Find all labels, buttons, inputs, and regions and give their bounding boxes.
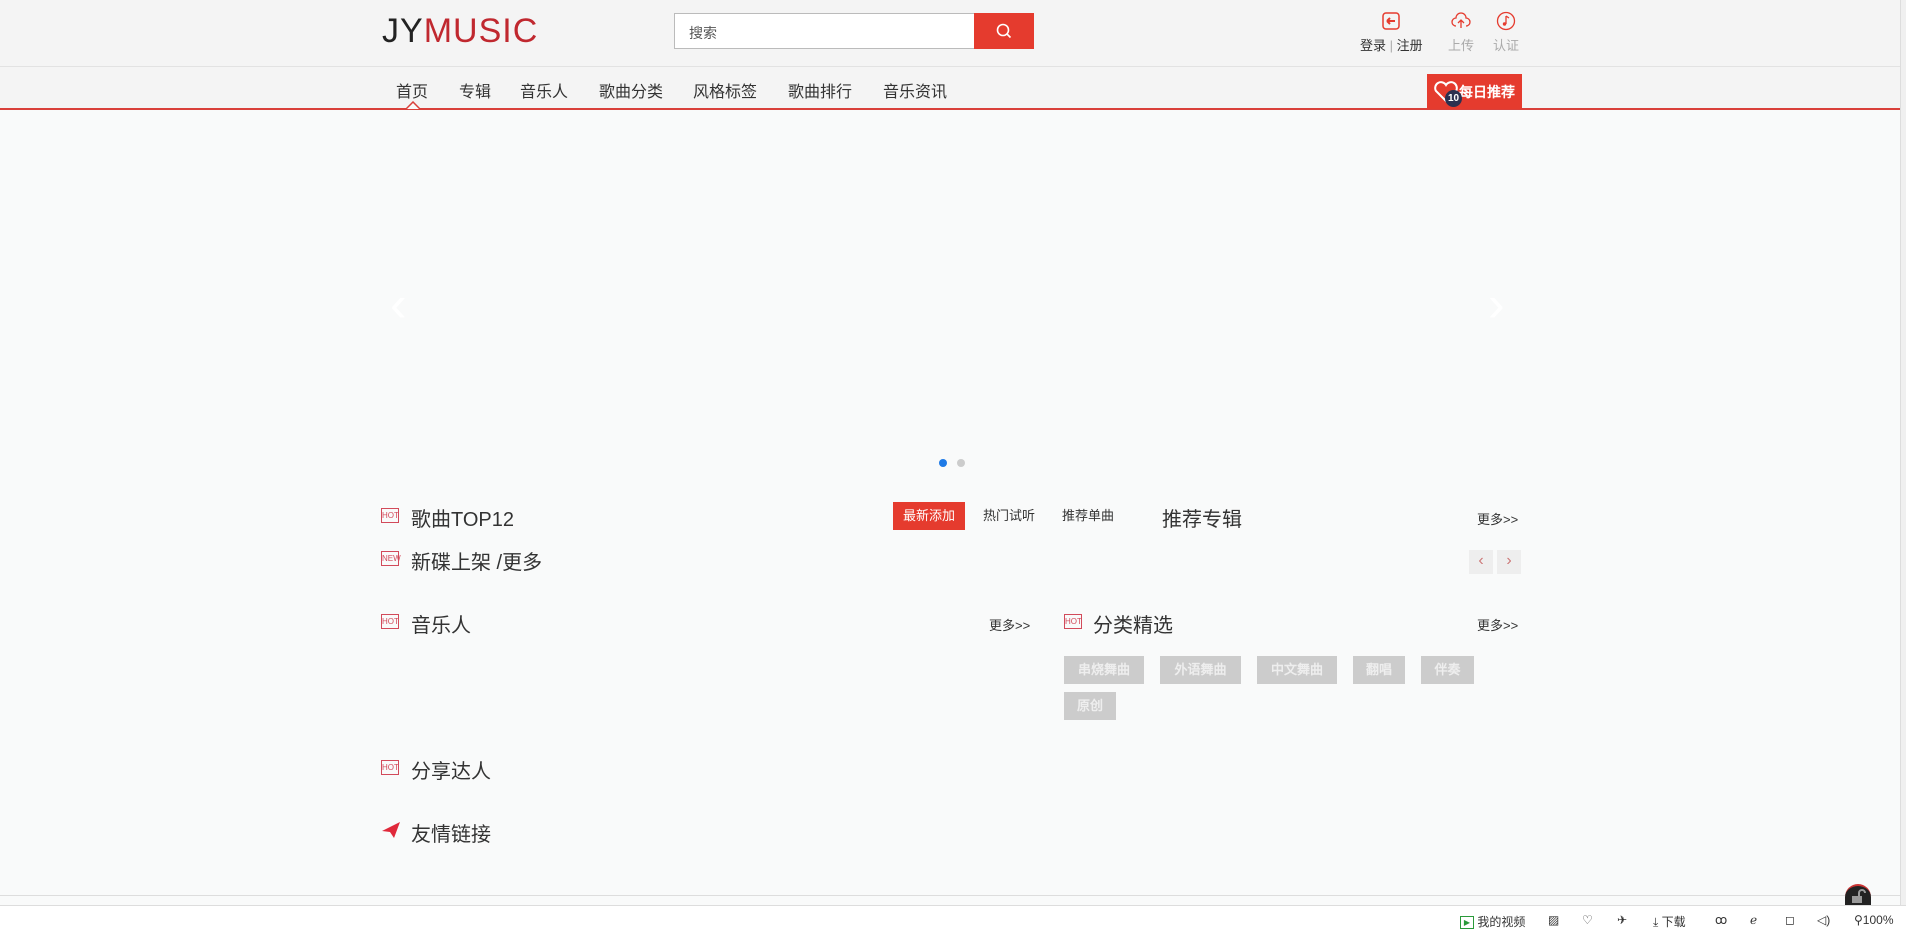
carousel-next-arrow[interactable]: › [1488, 275, 1505, 333]
hot-badge-icon: HOT [381, 614, 399, 629]
category-tag[interactable]: 原创 [1064, 692, 1116, 720]
scrollbar[interactable] [1900, 0, 1906, 905]
daily-count-badge: 10 [1445, 90, 1462, 107]
category-tag[interactable]: 翻唱 [1353, 656, 1405, 684]
category-tag[interactable]: 伴奏 [1421, 656, 1474, 684]
download-button[interactable]: ⤓ 下载 [1653, 913, 1686, 930]
zoom-level[interactable]: ⚲100% [1854, 913, 1894, 927]
active-nav-indicator [406, 101, 420, 110]
login-register[interactable]: 登录 | 注册 [1360, 11, 1423, 54]
nav-albums[interactable]: 专辑 [459, 78, 491, 102]
new-badge-icon: NEW [381, 551, 401, 566]
search-button[interactable] [974, 13, 1034, 49]
new-discs-title[interactable]: 新碟上架 /更多 [411, 546, 542, 575]
window-icon[interactable]: ◻ [1785, 913, 1795, 927]
albums-next-button[interactable]: › [1497, 550, 1521, 574]
register-link[interactable]: 注册 [1397, 38, 1423, 53]
rocket-icon[interactable]: ✈ [1617, 913, 1627, 927]
category-tag[interactable]: 串烧舞曲 [1064, 656, 1144, 684]
category-tag[interactable]: 中文舞曲 [1257, 656, 1337, 684]
sharers-title: 分享达人 [411, 761, 491, 783]
nav-style-tags[interactable]: 风格标签 [693, 78, 757, 102]
download-icon: ⤓ [1653, 915, 1659, 929]
hot-badge-icon: HOT [1064, 614, 1082, 629]
artists-title: 音乐人 [411, 615, 471, 637]
links-title: 友情链接 [411, 824, 491, 846]
top12-title: 歌曲TOP12 [411, 509, 514, 531]
carousel-dot[interactable] [957, 459, 965, 467]
albums-more-link[interactable]: 更多>> [1477, 509, 1518, 528]
tab-hot[interactable]: 热门试听 [973, 502, 1045, 530]
certify-button[interactable]: 认证 [1493, 11, 1519, 54]
footer-divider [0, 895, 1900, 896]
health-icon[interactable]: ♡ [1582, 913, 1593, 927]
albums-title: 推荐专辑 [1162, 509, 1242, 531]
upload-button[interactable]: 上传 [1448, 11, 1474, 54]
carousel-dot-active[interactable] [939, 459, 947, 467]
tab-latest[interactable]: 最新添加 [893, 502, 966, 530]
image-icon[interactable]: ▨ [1548, 913, 1559, 927]
cloud-upload-icon [1451, 12, 1471, 28]
sound-icon[interactable]: ◁) [1817, 913, 1830, 927]
albums-prev-button[interactable]: ‹ [1469, 550, 1493, 574]
logo[interactable]: JYMUSIC [382, 12, 538, 51]
daily-recommend-button[interactable]: 10 每日推荐 [1427, 74, 1522, 109]
hot-badge-icon: HOT [381, 508, 399, 523]
nav-home[interactable]: 首页 [396, 78, 428, 102]
tab-recommended-singles[interactable]: 推荐单曲 [1052, 502, 1124, 530]
my-video-button[interactable]: ▶ 我的视频 [1460, 913, 1525, 930]
artists-more-link[interactable]: 更多>> [989, 615, 1030, 634]
nav-song-categories[interactable]: 歌曲分类 [599, 78, 663, 102]
search-input[interactable]: 搜索 [674, 13, 975, 49]
categories-more-link[interactable]: 更多>> [1477, 615, 1518, 634]
glasses-icon[interactable]: ꝏ [1715, 913, 1727, 927]
hot-badge-icon: HOT [381, 760, 399, 775]
play-icon: ▶ [1460, 916, 1474, 930]
paper-plane-icon [382, 822, 400, 838]
login-link[interactable]: 登录 [1360, 38, 1386, 53]
categories-title: 分类精选 [1093, 615, 1173, 637]
browser-icon[interactable]: ℯ [1750, 913, 1757, 927]
category-tag[interactable]: 外语舞曲 [1160, 656, 1241, 684]
main-nav [0, 67, 1900, 110]
carousel-prev-arrow[interactable]: ‹ [390, 275, 407, 333]
nav-song-ranking[interactable]: 歌曲排行 [788, 78, 852, 102]
search-icon [996, 23, 1012, 39]
music-note-icon [1496, 11, 1516, 31]
login-icon [1382, 12, 1401, 30]
nav-music-news[interactable]: 音乐资讯 [883, 78, 947, 102]
nav-artists[interactable]: 音乐人 [520, 78, 568, 102]
zoom-icon: ⚲ [1854, 913, 1863, 927]
